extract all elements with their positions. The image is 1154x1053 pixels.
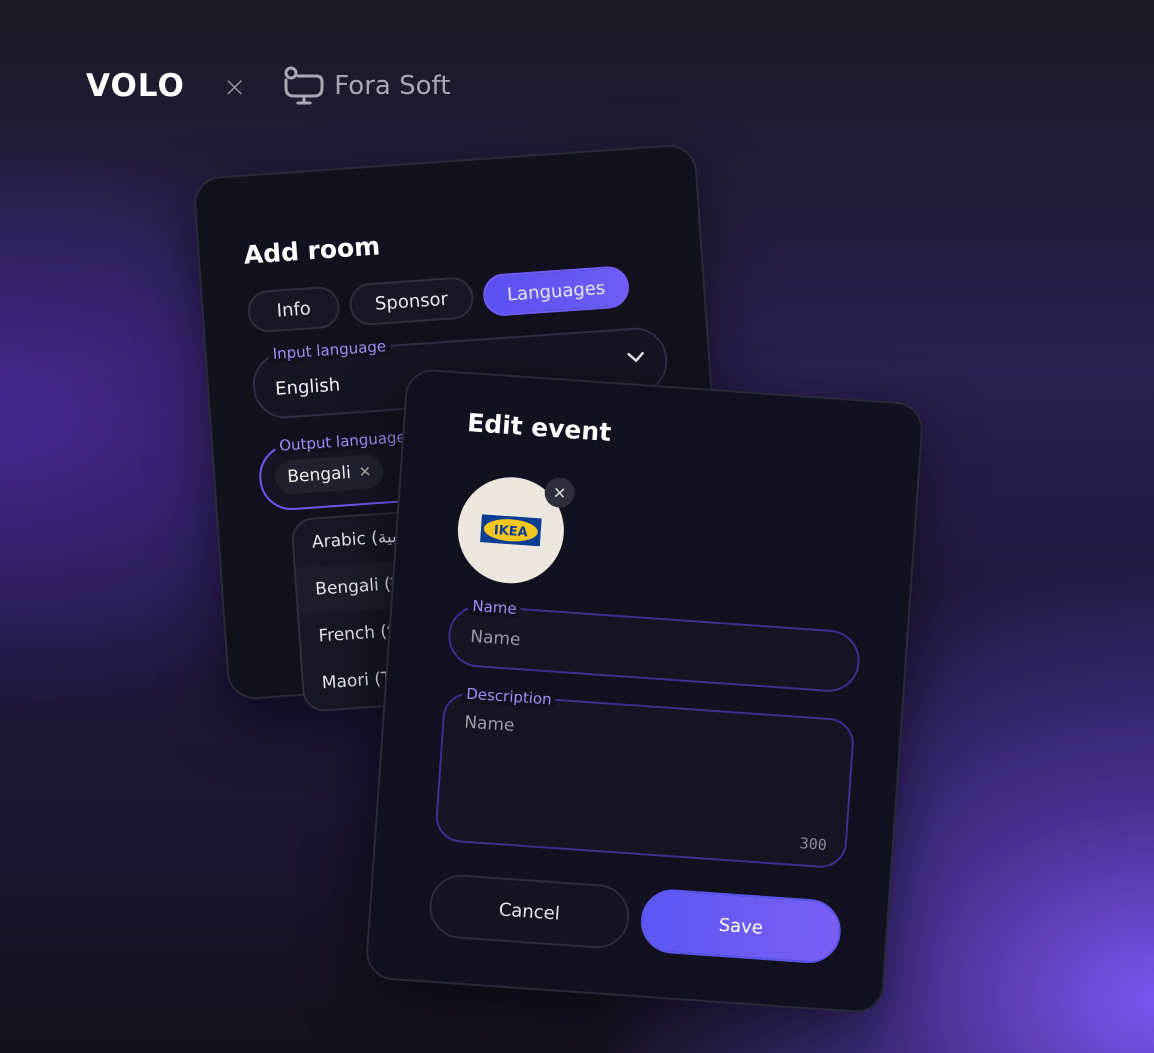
edit-event-title: Edit event <box>466 408 613 448</box>
tab-languages[interactable]: Languages <box>481 265 631 318</box>
character-counter: 300 <box>799 834 828 855</box>
output-language-chip: Bengali ✕ <box>274 453 385 496</box>
ikea-logo-icon: IKEA <box>479 514 542 547</box>
brand-header: VOLO × Fora Soft <box>86 66 450 106</box>
svg-text:IKEA: IKEA <box>493 523 528 540</box>
description-textarea[interactable]: Name 300 <box>434 691 856 870</box>
chip-remove-icon[interactable]: ✕ <box>358 462 372 481</box>
tab-info[interactable]: Info <box>246 285 342 334</box>
cancel-button[interactable]: Cancel <box>427 872 632 951</box>
tab-sponsor[interactable]: Sponsor <box>348 275 475 327</box>
description-placeholder: Name <box>463 712 516 736</box>
fora-soft-logo: Fora Soft <box>282 66 450 106</box>
volo-logo: VOLO <box>86 68 185 104</box>
separator-icon: × <box>222 69 247 103</box>
input-language-value: English <box>274 374 341 400</box>
fora-soft-icon <box>284 66 324 105</box>
save-button[interactable]: Save <box>638 887 843 966</box>
fora-soft-name: Fora Soft <box>334 71 451 101</box>
name-placeholder: Name <box>469 626 522 651</box>
chevron-down-icon[interactable] <box>627 351 646 364</box>
add-room-title: Add room <box>242 231 382 270</box>
edit-event-card: Edit event IKEA ✕ Name Name Name 300 Des… <box>364 367 925 1015</box>
chip-label: Bengali <box>286 462 352 488</box>
name-label: Name <box>467 596 522 619</box>
